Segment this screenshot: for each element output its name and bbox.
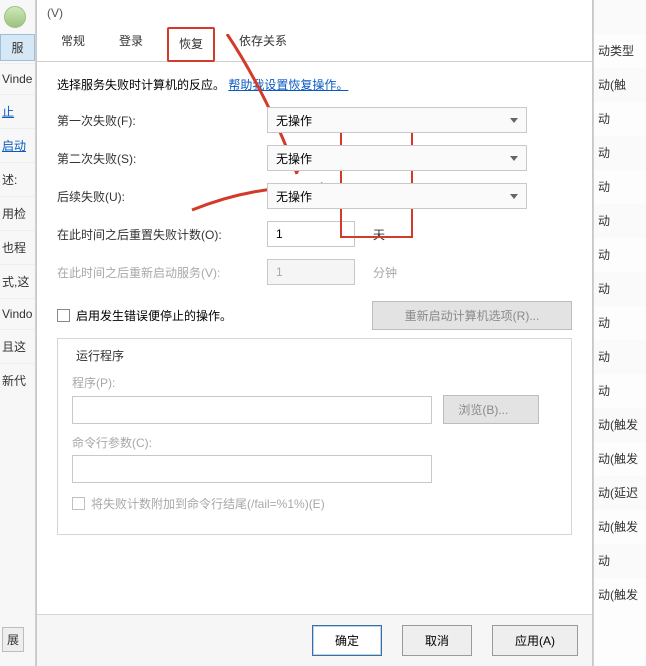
tab-dependencies[interactable]: 依存关系: [229, 26, 297, 61]
cancel-button[interactable]: 取消: [402, 625, 472, 656]
cmd-params-label: 命令行参数(C):: [72, 434, 557, 451]
refresh-icon: [4, 6, 26, 28]
first-failure-combo[interactable]: 无操作: [267, 107, 527, 133]
second-failure-label: 第二次失败(S):: [57, 150, 267, 167]
help-link[interactable]: 帮助我设置恢复操作。: [228, 78, 348, 92]
right-bg-cell: 动: [594, 136, 646, 170]
left-cell: Vinde: [0, 63, 35, 94]
right-bg-cell: 动: [594, 170, 646, 204]
restart-after-input: 1: [267, 259, 355, 285]
first-failure-label: 第一次失败(F):: [57, 112, 267, 129]
browse-button: 浏览(B)...: [443, 395, 539, 424]
reset-fail-count-input[interactable]: 1: [267, 221, 355, 247]
right-bg-cell: 动(触发: [594, 510, 646, 544]
tab-recovery[interactable]: 恢复: [167, 27, 215, 62]
enable-stop-actions-label: 启用发生错误便停止的操作。: [76, 307, 232, 324]
subsequent-failure-label: 后续失败(U):: [57, 188, 267, 205]
right-bg-cell: 动: [594, 306, 646, 340]
left-cell: 且这: [0, 329, 35, 363]
restart-after-value: 1: [276, 265, 283, 279]
right-bg-cell: 动: [594, 102, 646, 136]
restart-after-label: 在此时间之后重新启动服务(V):: [57, 264, 267, 281]
enable-stop-actions-checkbox[interactable]: [57, 309, 70, 322]
left-cell: 也程: [0, 230, 35, 264]
left-cell: 新代: [0, 363, 35, 397]
subsequent-failure-combo[interactable]: 无操作: [267, 183, 527, 209]
minutes-unit-label: 分钟: [373, 264, 397, 281]
right-bg-cell: 动: [594, 374, 646, 408]
right-bg-cell: 动类型: [594, 34, 646, 68]
left-expand-button[interactable]: 展: [2, 627, 24, 652]
tab-general[interactable]: 常规: [51, 26, 95, 61]
append-fail-label: 将失败计数附加到命令行结尾(/fail=%1%)(E): [91, 495, 325, 512]
service-properties-dialog: (V) 常规 登录 恢复 依存关系 选择服务失败时计算机的反应。 帮助我设置恢复…: [36, 0, 593, 666]
dialog-content: 选择服务失败时计算机的反应。 帮助我设置恢复操作。 第一次失败(F): 无操作 …: [37, 62, 592, 614]
left-cell-link-stop[interactable]: 止: [0, 94, 35, 128]
left-cell: 用检: [0, 196, 35, 230]
append-fail-checkbox: [72, 497, 85, 510]
tab-bar: 常规 登录 恢复 依存关系: [37, 20, 592, 62]
recovery-description-text: 选择服务失败时计算机的反应。: [57, 78, 225, 92]
left-cell-link-start[interactable]: 启动: [0, 128, 35, 162]
right-bg-cell: 动: [594, 544, 646, 578]
left-cell: Vindo: [0, 298, 35, 329]
left-cell: 述:: [0, 162, 35, 196]
right-bg-cell: 动: [594, 238, 646, 272]
run-program-group-title: 运行程序: [72, 347, 128, 364]
right-bg-cell: [594, 0, 646, 34]
background-right-panel: 动类型动(触动动动动动动动动动动(触发动(触发动(延迟动(触发动动(触发: [593, 0, 646, 666]
left-tab: 服: [0, 34, 35, 61]
dialog-button-bar: 确定 取消 应用(A): [37, 614, 592, 666]
second-failure-value: 无操作: [276, 150, 312, 167]
recovery-description: 选择服务失败时计算机的反应。 帮助我设置恢复操作。: [57, 76, 572, 93]
right-bg-cell: 动(触发: [594, 442, 646, 476]
subsequent-failure-value: 无操作: [276, 188, 312, 205]
right-bg-cell: 动(触: [594, 68, 646, 102]
right-bg-cell: 动(触发: [594, 578, 646, 612]
program-path-input: [72, 396, 432, 424]
reset-fail-count-value: 1: [276, 227, 283, 241]
days-unit-label: 天: [373, 226, 385, 243]
background-left-panel: 服 Vinde 止 启动 述: 用检 也程 式,这 Vindo 且这 新代 展: [0, 0, 36, 666]
right-bg-cell: 动: [594, 204, 646, 238]
run-program-group: 运行程序 程序(P): 浏览(B)... 命令行参数(C): 将失败计数附加到命…: [57, 338, 572, 535]
right-bg-cell: 动(延迟: [594, 476, 646, 510]
left-cell: 式,这: [0, 264, 35, 298]
restart-computer-options-button: 重新启动计算机选项(R)...: [372, 301, 572, 330]
second-failure-combo[interactable]: 无操作: [267, 145, 527, 171]
apply-button[interactable]: 应用(A): [492, 625, 578, 656]
ok-button[interactable]: 确定: [312, 625, 382, 656]
right-bg-cell: 动: [594, 272, 646, 306]
right-bg-cell: 动: [594, 340, 646, 374]
reset-fail-count-label: 在此时间之后重置失败计数(O):: [57, 226, 267, 243]
first-failure-value: 无操作: [276, 112, 312, 129]
right-bg-cell: 动(触发: [594, 408, 646, 442]
program-label: 程序(P):: [72, 374, 557, 391]
cmd-params-input: [72, 455, 432, 483]
tab-logon[interactable]: 登录: [109, 26, 153, 61]
dialog-title: (V): [37, 0, 592, 20]
